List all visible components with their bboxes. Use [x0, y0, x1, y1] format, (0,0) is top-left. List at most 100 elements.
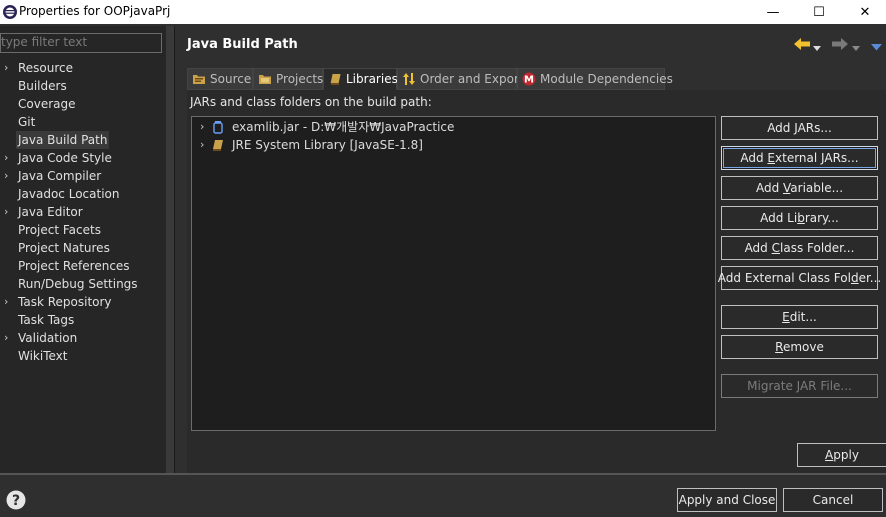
sidebar-item-label: Java Build Path: [16, 131, 110, 149]
close-button[interactable]: ✕: [842, 0, 886, 24]
close-icon: ✕: [859, 4, 871, 20]
back-dropdown-icon[interactable]: [813, 41, 821, 55]
migrate-jar-button-label: Migrate JAR File...: [747, 379, 852, 393]
expand-chevron-icon[interactable]: ›: [200, 136, 204, 154]
forward-arrow-icon[interactable]: [831, 36, 849, 55]
sidebar-item[interactable]: Task Tags: [0, 311, 162, 329]
sidebar-item[interactable]: › Java Code Style: [0, 149, 162, 167]
sidebar-item[interactable]: Coverage: [0, 95, 162, 113]
sidebar-item-label: Run/Debug Settings: [18, 277, 138, 291]
sidebar-item[interactable]: › Validation: [0, 329, 162, 347]
add-library-button-label: Add Library...: [760, 211, 839, 225]
remove-button[interactable]: Remove: [721, 335, 878, 359]
add-library-button[interactable]: Add Library...: [721, 206, 878, 230]
tab-source[interactable]: Source: [187, 68, 253, 90]
tab-module-dependencies[interactable]: M Module Dependencies: [517, 68, 673, 90]
sidebar-item-label: Validation: [18, 331, 78, 345]
add-variable-button-label: Add Variable...: [755, 181, 844, 195]
sidebar-item[interactable]: Javadoc Location: [0, 185, 162, 203]
sidebar-item[interactable]: WikiText: [0, 347, 162, 365]
tree-row-jre[interactable]: › JRE System Library [JavaSE-1.8]: [192, 136, 692, 154]
migrate-jar-button: Migrate JAR File...: [721, 374, 878, 398]
maximize-button[interactable]: ☐: [796, 0, 842, 24]
add-external-jars-button[interactable]: Add External JARs...: [721, 146, 878, 170]
tree-row-examlib[interactable]: › examlib.jar - D:₩개발자₩JavaPractice: [192, 118, 692, 136]
add-external-class-folder-button[interactable]: Add External Class Folder...: [717, 266, 882, 290]
sidebar-item-label: Project References: [18, 259, 130, 273]
tab-order-export[interactable]: Order and Export: [397, 68, 524, 90]
sidebar-item[interactable]: › Java Editor: [0, 203, 162, 221]
expand-chevron-icon[interactable]: ›: [4, 167, 14, 185]
sidebar-item[interactable]: Git: [0, 113, 162, 131]
svg-text:?: ?: [12, 493, 20, 509]
expand-chevron-icon[interactable]: ›: [4, 203, 14, 221]
edit-button[interactable]: Edit...: [721, 305, 878, 329]
sidebar-item[interactable]: Project Facets: [0, 221, 162, 239]
library-icon: [328, 72, 342, 86]
remove-button-label: Remove: [775, 340, 824, 354]
sidebar-item-label: Task Tags: [18, 313, 75, 327]
sidebar-scrollbar[interactable]: [166, 26, 174, 473]
source-folder-icon: [192, 72, 206, 86]
expand-chevron-icon[interactable]: ›: [4, 59, 14, 77]
sidebar-item-label: Task Repository: [18, 295, 112, 309]
help-icon[interactable]: ?: [6, 490, 26, 513]
add-variable-button[interactable]: Add Variable...: [721, 176, 878, 200]
apply-and-close-button[interactable]: Apply and Close: [677, 488, 777, 512]
window-title: Properties for OOPjavaPrj: [19, 4, 171, 18]
dialog-footer: ? Apply and Close Cancel: [0, 475, 886, 517]
expand-chevron-icon[interactable]: ›: [4, 293, 14, 311]
svg-text:M: M: [524, 75, 534, 86]
eclipse-icon: [2, 4, 18, 20]
cancel-label: Cancel: [812, 493, 854, 507]
cancel-button[interactable]: Cancel: [783, 488, 883, 512]
sidebar-item[interactable]: Project Natures: [0, 239, 162, 257]
sidebar-item-label: Javadoc Location: [18, 187, 120, 201]
add-jars-button[interactable]: Add JARs...: [721, 116, 878, 140]
menu-dropdown-icon[interactable]: [871, 40, 882, 54]
divider: [174, 26, 175, 473]
minimize-icon: —: [766, 4, 780, 20]
jar-icon: [211, 120, 225, 134]
add-class-folder-button[interactable]: Add Class Folder...: [721, 236, 878, 260]
add-jars-button-label: Add JARs...: [767, 121, 832, 135]
sidebar-item-label: Java Code Style: [18, 151, 112, 165]
sidebar-item[interactable]: Run/Debug Settings: [0, 275, 162, 293]
sidebar-item-label: Builders: [18, 79, 67, 93]
sidebar-item-label: Git: [18, 115, 36, 129]
sidebar-item[interactable]: › Java Compiler: [0, 167, 162, 185]
tab-projects[interactable]: Projects: [253, 68, 323, 90]
tab-projects-label: Projects: [276, 72, 324, 86]
sidebar-item-label: Resource: [18, 61, 74, 75]
maximize-icon: ☐: [813, 4, 825, 20]
sidebar-item[interactable]: Builders: [0, 77, 162, 95]
page-header: Java Build Path: [175, 26, 886, 62]
forward-dropdown-icon[interactable]: [852, 41, 860, 55]
projects-folder-icon: [258, 72, 272, 86]
add-class-folder-button-label: Add Class Folder...: [744, 241, 855, 255]
sidebar-item-label: Project Facets: [18, 223, 101, 237]
libraries-caption: JARs and class folders on the build path…: [190, 95, 432, 109]
filter-input[interactable]: [1, 35, 161, 49]
library-icon: [211, 138, 225, 152]
sidebar: › Resource Builders Coverage Git Java Build P…: [0, 26, 166, 473]
filter-field[interactable]: [0, 33, 162, 53]
sidebar-item[interactable]: › Task Repository: [0, 293, 162, 311]
tab-module-dependencies-label: Module Dependencies: [540, 72, 673, 86]
sidebar-item[interactable]: Java Build Path: [0, 131, 162, 149]
expand-chevron-icon[interactable]: ›: [200, 118, 204, 136]
sidebar-item[interactable]: Project References: [0, 257, 162, 275]
add-external-class-folder-button-label: Add External Class Folder...: [717, 271, 882, 285]
back-arrow-icon[interactable]: [793, 36, 811, 55]
minimize-button[interactable]: —: [750, 0, 796, 24]
sidebar-item[interactable]: › Resource: [0, 59, 162, 77]
apply-button[interactable]: Apply: [797, 443, 886, 467]
add-external-jars-button-label: Add External JARs...: [740, 151, 859, 165]
tab-libraries[interactable]: Libraries: [323, 68, 398, 90]
build-path-tree[interactable]: › examlib.jar - D:₩개발자₩JavaPractice › JR…: [191, 116, 716, 431]
expand-chevron-icon[interactable]: ›: [4, 329, 14, 347]
expand-chevron-icon[interactable]: ›: [4, 149, 14, 167]
sidebar-item-label: Java Compiler: [18, 169, 102, 183]
title-bar: Properties for OOPjavaPrj — ☐ ✕: [0, 0, 886, 24]
tab-bar: Source Projects Libraries Order and Expo…: [187, 68, 687, 90]
